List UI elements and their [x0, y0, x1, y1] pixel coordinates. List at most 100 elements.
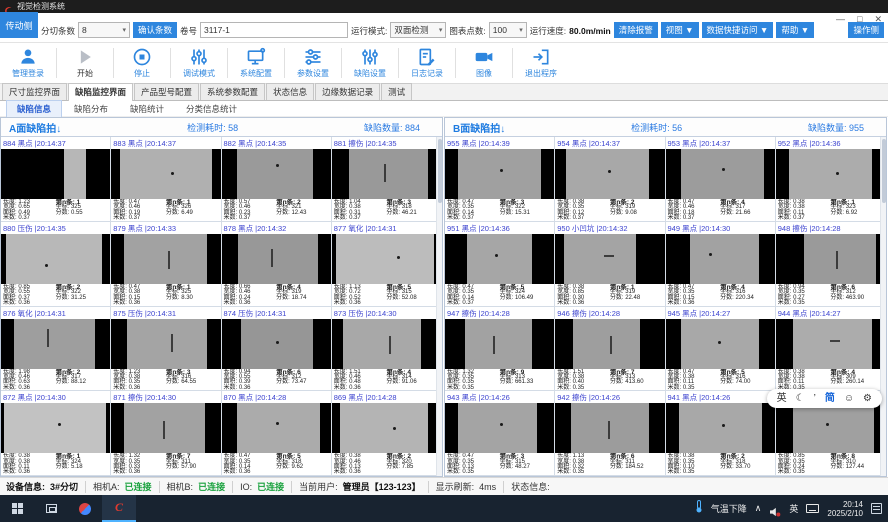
sub-tab-0[interactable]: 缺陷信息 — [6, 100, 62, 118]
clear-alarm-button[interactable]: 清除报警 — [614, 22, 658, 38]
main-tab-5[interactable]: 边缘数据记录 — [315, 83, 380, 100]
defect-thumbnail — [445, 319, 554, 369]
notification-center-icon[interactable] — [871, 503, 882, 514]
defect-cell-943[interactable]: 943 黑点 |20:14:26长度: 0.47宽度: 0.35面积: 0.13… — [445, 391, 555, 476]
defect-cell-869[interactable]: 869 黑点 |20:14:28长度: 0.38宽度: 0.46面积: 0.13… — [332, 391, 442, 476]
defect-mark — [718, 341, 721, 344]
defect-info: 长度: 0.47宽度: 0.35面积: 0.13米数: 0.35第n条: 3坐标… — [445, 453, 554, 476]
material-band — [349, 149, 428, 199]
defect-cell-873[interactable]: 873 压伤 |20:14:30长度: 1.51宽度: 0.46面积: 0.48… — [332, 307, 442, 392]
defect-info-right: 第n条: 5坐标: 318分数: 9.62 — [276, 454, 329, 476]
defect-cell-870[interactable]: 870 黑点 |20:14:28长度: 0.47宽度: 0.35面积: 0.14… — [222, 391, 332, 476]
defect-cell-948[interactable]: 948 擦伤 |20:14:28长度: 0.94宽度: 0.35面积: 0.27… — [776, 222, 886, 307]
ime-emoji-icon[interactable]: ☺ — [844, 389, 854, 408]
minimize-button[interactable]: — — [836, 14, 845, 24]
main-tab-1[interactable]: 缺陷监控界面 — [68, 83, 133, 101]
ime-simplified[interactable]: 简 — [825, 389, 835, 408]
ime-punct-icon[interactable]: ’ — [814, 389, 816, 408]
toolbar-button-stop[interactable]: 停止 — [116, 44, 168, 82]
defect-cell-header: 874 压伤 |20:14:31 — [222, 307, 331, 319]
defect-cell-954[interactable]: 954 黑点 |20:14:37长度: 0.38宽度: 0.35面积: 0.12… — [555, 137, 665, 222]
defect-cell-955[interactable]: 955 黑点 |20:14:39长度: 0.47宽度: 0.35面积: 0.14… — [445, 137, 555, 222]
ime-moon-icon[interactable]: ☾ — [796, 389, 805, 408]
ime-settings-icon[interactable]: ⚙ — [863, 389, 872, 408]
toolbar-button-tune[interactable]: 调试模式 — [173, 44, 225, 82]
help-menu-button[interactable]: 帮助 ▼ — [776, 22, 814, 38]
toolbar-button-params[interactable]: 参数设置 — [287, 44, 339, 82]
ime-language-indicator[interactable]: 英 — [789, 502, 798, 515]
defect-thumbnail — [555, 149, 664, 199]
main-tab-4[interactable]: 状态信息 — [266, 83, 314, 100]
start-button[interactable] — [0, 495, 34, 522]
maximize-button[interactable]: □ — [857, 14, 862, 24]
defect-cell-946[interactable]: 946 擦伤 |20:14:28长度: 1.51宽度: 0.38面积: 0.40… — [555, 307, 665, 392]
main-tab-6[interactable]: 测试 — [381, 83, 412, 100]
defect-cell-951[interactable]: 951 黑点 |20:14:36长度: 0.47宽度: 0.35面积: 0.14… — [445, 222, 555, 307]
task-view-button[interactable] — [34, 495, 68, 522]
defect-cell-874[interactable]: 874 压伤 |20:14:31长度: 0.94宽度: 0.55面积: 0.39… — [222, 307, 332, 392]
defect-cell-879[interactable]: 879 黑点 |20:14:33长度: 0.47宽度: 0.38面积: 0.15… — [111, 222, 221, 307]
defect-cell-884[interactable]: 884 黑点 |20:14:37长度: 1.23宽度: 0.65面积: 0.49… — [1, 137, 111, 222]
run-mode-select[interactable]: 双面检测▾ — [390, 22, 446, 38]
weather-text[interactable]: 气温下降 — [711, 502, 747, 515]
status-info-label: 状态信息: — [511, 480, 550, 493]
defect-cell-945[interactable]: 945 黑点 |20:14:27长度: 0.47宽度: 0.38面积: 0.11… — [666, 307, 776, 392]
defect-cell-876[interactable]: 876 氧化 |20:14:31长度: 1.98宽度: 0.46面积: 0.63… — [1, 307, 111, 392]
defect-cell-878[interactable]: 878 黑点 |20:14:32长度: 0.66宽度: 0.46面积: 0.24… — [222, 222, 332, 307]
toolbar-button-log[interactable]: 日志记录 — [401, 44, 453, 82]
defect-mark — [271, 249, 273, 267]
speaker-muted-icon[interactable] — [769, 504, 781, 514]
main-tab-3[interactable]: 系统参数配置 — [200, 83, 265, 100]
defect-cell-953[interactable]: 953 黑点 |20:14:37长度: 0.47宽度: 0.46面积: 0.18… — [666, 137, 776, 222]
taskbar-app-inspection[interactable]: C — [102, 495, 136, 522]
defect-cell-875[interactable]: 875 压伤 |20:14:31长度: 1.23宽度: 0.38面积: 0.35… — [111, 307, 221, 392]
taskbar-clock[interactable]: 20:14 2025/2/10 — [827, 500, 863, 518]
close-button[interactable]: ✕ — [874, 14, 882, 24]
defect-settings-icon — [360, 47, 380, 67]
defect-cell-872[interactable]: 872 黑点 |20:14:30长度: 0.38宽度: 0.38面积: 0.11… — [1, 391, 111, 476]
scrollbar-thumb[interactable] — [438, 139, 442, 203]
operate-side-button[interactable]: 操作侧 — [848, 22, 884, 38]
toolbar-button-exit[interactable]: 退出程序 — [515, 44, 567, 82]
sub-tab-3[interactable]: 分类信息统计 — [176, 101, 247, 117]
defect-cell-947[interactable]: 947 擦伤 |20:14:28长度: 1.32宽度: 0.35面积: 0.35… — [445, 307, 555, 392]
chart-points-select[interactable]: 100▾ — [489, 22, 527, 38]
toolbar-button-play[interactable]: 开始 — [59, 44, 111, 82]
defect-cell-882[interactable]: 882 黑点 |20:14:35长度: 0.57宽度: 0.46面积: 0.23… — [222, 137, 332, 222]
ime-lang-en[interactable]: 英 — [777, 389, 787, 408]
main-tab-2[interactable]: 产品型号配置 — [134, 83, 199, 100]
scrollbar-thumb[interactable] — [882, 139, 886, 203]
defect-cell-877[interactable]: 877 氧化 |20:14:31长度: 1.13宽度: 0.72面积: 0.52… — [332, 222, 442, 307]
defect-cell-883[interactable]: 883 黑点 |20:14:37长度: 0.47宽度: 0.46面积: 0.19… — [111, 137, 221, 222]
toolbar-button-camera[interactable]: 图像 — [458, 44, 510, 82]
taskbar-app-paint[interactable] — [68, 495, 102, 522]
defect-cell-881[interactable]: 881 擦伤 |20:14:35长度: 1.04宽度: 0.38面积: 0.31… — [332, 137, 442, 222]
sub-tab-bar: 缺陷信息缺陷分布缺陷统计分类信息统计 — [0, 101, 888, 117]
data-quick-access-button[interactable]: 数据快捷访问 ▼ — [702, 22, 774, 38]
toolbar-button-user[interactable]: 管理登录 — [2, 44, 54, 82]
defect-cell-952[interactable]: 952 黑点 |20:14:36长度: 0.38宽度: 0.38面积: 0.11… — [776, 137, 886, 222]
sub-tab-1[interactable]: 缺陷分布 — [64, 101, 118, 117]
defect-cell-950[interactable]: 950 小凹坑 |20:14:32长度: 0.38宽度: 0.85面积: 0.3… — [555, 222, 665, 307]
toolbar-button-defect-settings[interactable]: 缺陷设置 — [344, 44, 396, 82]
defect-cell-949[interactable]: 949 黑点 |20:14:30长度: 0.47宽度: 0.35面积: 0.15… — [666, 222, 776, 307]
defect-cell-871[interactable]: 871 擦伤 |20:14:30长度: 1.32宽度: 0.35面积: 0.33… — [111, 391, 221, 476]
roll-number-input[interactable] — [200, 22, 348, 38]
keyboard-icon[interactable] — [806, 504, 819, 513]
defect-cell-880[interactable]: 880 压伤 |20:14:35长度: 0.85宽度: 0.55面积: 0.37… — [1, 222, 111, 307]
slit-count-select[interactable]: 8▾ — [78, 22, 130, 38]
defect-info-right: 第n条: 9坐标: 313分数: 661.33 — [500, 370, 553, 392]
tray-expand-chevron[interactable]: ∧ — [755, 503, 762, 514]
camera-b-status: 已连接 — [198, 480, 225, 493]
defect-cell-942[interactable]: 942 擦伤 |20:14:26长度: 1.13宽度: 0.38面积: 0.32… — [555, 391, 665, 476]
confirm-count-button[interactable]: 确认条数 — [133, 22, 177, 38]
defect-cell-941[interactable]: 941 黑点 |20:14:26长度: 0.38宽度: 0.35面积: 0.10… — [666, 391, 776, 476]
sub-tab-2[interactable]: 缺陷统计 — [120, 101, 174, 117]
drive-side-button[interactable]: 传动侧 — [0, 12, 38, 38]
camera-icon — [474, 47, 494, 67]
view-menu-button[interactable]: 视图 ▼ — [661, 22, 699, 38]
defect-cell-944[interactable]: 944 黑点 |20:14:27长度: 0.38宽度: 0.38面积: 0.11… — [776, 307, 886, 392]
toolbar-button-monitor[interactable]: 系统配置 — [230, 44, 282, 82]
main-tab-0[interactable]: 尺寸监控界面 — [2, 83, 67, 100]
defect-mark — [171, 334, 173, 352]
